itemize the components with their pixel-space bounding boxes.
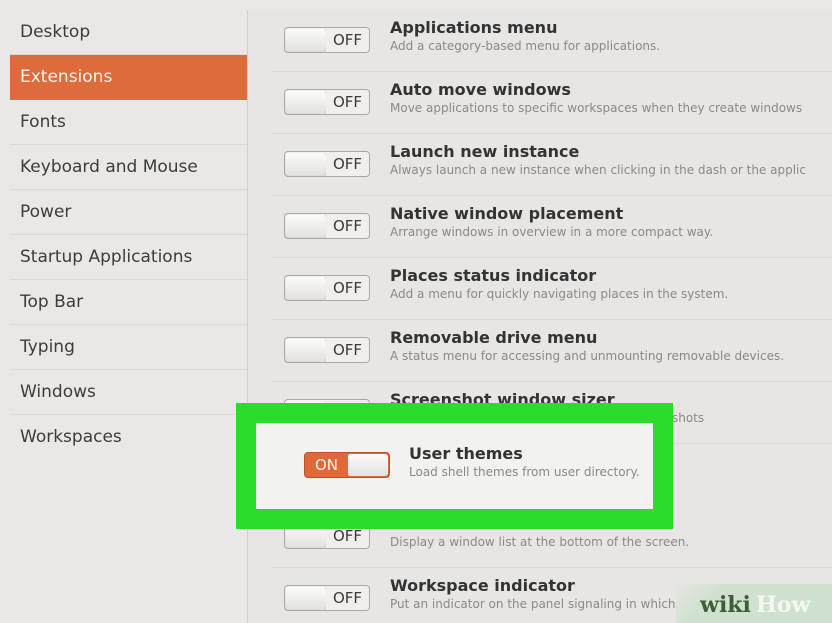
- sidebar-item-windows[interactable]: Windows: [10, 370, 247, 415]
- auto-move-windows-toggle[interactable]: OFF: [284, 89, 370, 115]
- extension-description: Arrange windows in overview in a more co…: [390, 225, 714, 239]
- extension-description: Always launch a new instance when clicki…: [390, 163, 806, 177]
- extension-description: Put an indicator on the panel signaling …: [390, 597, 676, 611]
- highlight-box: ON User themes Load shell themes from us…: [236, 403, 673, 529]
- extension-row-native-window-placement: OFF Native window placement Arrange wind…: [248, 196, 832, 258]
- toggle-state: OFF: [326, 214, 369, 238]
- wikihow-logo: wiki How: [699, 592, 811, 618]
- launch-new-instance-toggle[interactable]: OFF: [284, 151, 370, 177]
- extensions-list: OFF Applications menu Add a category-bas…: [248, 10, 832, 623]
- extension-title: Auto move windows: [390, 80, 571, 99]
- sidebar-item-keyboard-and-mouse[interactable]: Keyboard and Mouse: [10, 145, 247, 190]
- extension-title: Places status indicator: [390, 266, 597, 285]
- toggle-knob: [286, 91, 327, 113]
- extension-description: A status menu for accessing and unmounti…: [390, 349, 785, 363]
- toggle-knob: [286, 215, 327, 237]
- extension-title: Removable drive menu: [390, 328, 598, 347]
- removable-drive-menu-toggle[interactable]: OFF: [284, 337, 370, 363]
- extension-title: Workspace indicator: [390, 576, 575, 595]
- sidebar-item-typing[interactable]: Typing: [10, 325, 247, 370]
- sidebar: Desktop Extensions Fonts Keyboard and Mo…: [10, 10, 247, 623]
- toggle-knob: [286, 153, 327, 175]
- extension-row-removable-drive-menu: OFF Removable drive menu A status menu f…: [248, 320, 832, 382]
- wikihow-watermark: wiki How: [676, 584, 832, 623]
- sidebar-item-workspaces[interactable]: Workspaces: [10, 415, 247, 460]
- extension-row-user-themes: ON User themes Load shell themes from us…: [256, 435, 653, 497]
- sidebar-item-power[interactable]: Power: [10, 190, 247, 235]
- extension-description: Load shell themes from user directory.: [409, 465, 640, 479]
- sidebar-item-startup-applications[interactable]: Startup Applications: [10, 235, 247, 280]
- extension-description: Add a menu for quickly navigating places…: [390, 287, 729, 301]
- user-themes-toggle[interactable]: ON: [304, 452, 390, 478]
- toggle-state: OFF: [326, 152, 369, 176]
- places-status-indicator-toggle[interactable]: OFF: [284, 275, 370, 301]
- extension-row-applications-menu: OFF Applications menu Add a category-bas…: [248, 10, 832, 72]
- extension-description: Move applications to specific workspaces…: [390, 101, 803, 115]
- highlight-panel: ON User themes Load shell themes from us…: [256, 423, 653, 509]
- toggle-state: OFF: [326, 90, 369, 114]
- native-window-placement-toggle[interactable]: OFF: [284, 213, 370, 239]
- toggle-state: OFF: [326, 276, 369, 300]
- svg-text:How: How: [756, 592, 811, 618]
- toggle-state: OFF: [326, 28, 369, 52]
- sidebar-item-extensions[interactable]: Extensions: [10, 55, 247, 100]
- extension-row-auto-move-windows: OFF Auto move windows Move applications …: [248, 72, 832, 134]
- toggle-state: OFF: [326, 338, 369, 362]
- sidebar-item-desktop[interactable]: Desktop: [10, 10, 247, 55]
- sidebar-item-top-bar[interactable]: Top Bar: [10, 280, 247, 325]
- sidebar-item-fonts[interactable]: Fonts: [10, 100, 247, 145]
- extension-title: Launch new instance: [390, 142, 580, 161]
- applications-menu-toggle[interactable]: OFF: [284, 27, 370, 53]
- extension-description: Add a category-based menu for applicatio…: [390, 39, 661, 53]
- extension-description: shots: [672, 411, 705, 425]
- extension-row-places-status-indicator: OFF Places status indicator Add a menu f…: [248, 258, 832, 320]
- extension-row-launch-new-instance: OFF Launch new instance Always launch a …: [248, 134, 832, 196]
- toggle-state: OFF: [326, 586, 369, 610]
- toggle-knob: [286, 277, 327, 299]
- toggle-knob: [347, 454, 388, 476]
- extension-title: Native window placement: [390, 204, 624, 223]
- toggle-knob: [286, 29, 327, 51]
- toggle-knob: [286, 587, 327, 609]
- workspace-indicator-toggle[interactable]: OFF: [284, 585, 370, 611]
- toggle-knob: [286, 339, 327, 361]
- extension-title: Applications menu: [390, 18, 558, 37]
- toggle-state: ON: [305, 453, 348, 477]
- svg-text:wiki: wiki: [699, 592, 751, 618]
- extension-title: User themes: [409, 444, 523, 463]
- extension-description: Display a window list at the bottom of t…: [390, 535, 690, 549]
